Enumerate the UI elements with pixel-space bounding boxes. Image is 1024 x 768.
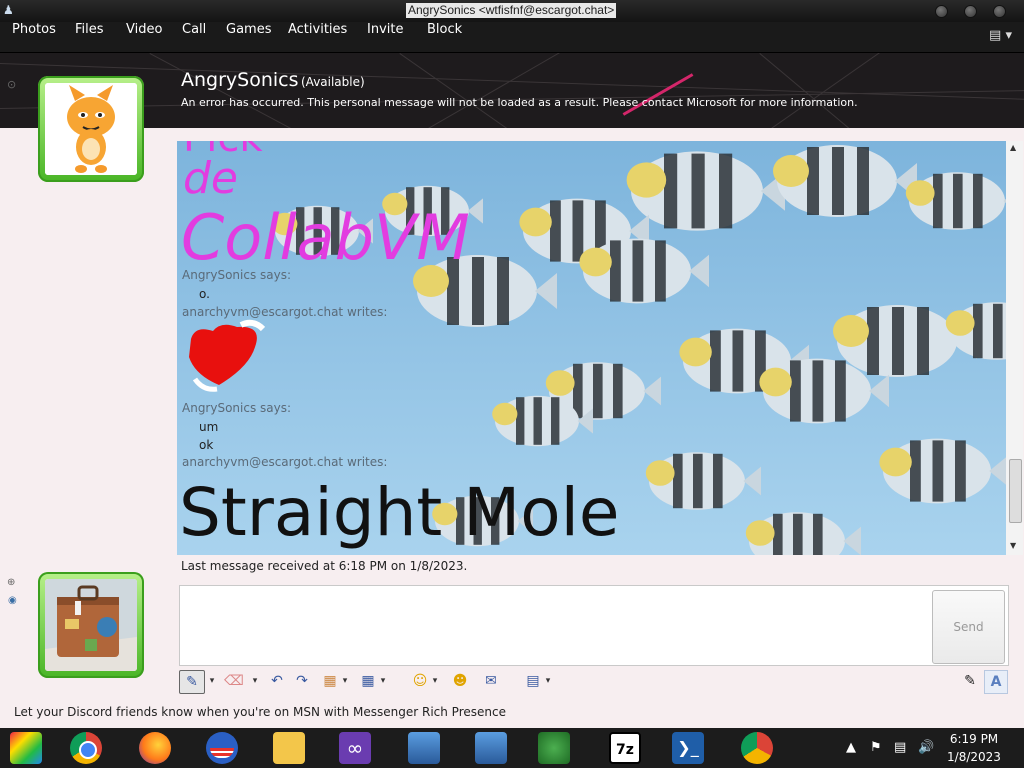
message-text: ok [199,438,214,452]
clock-time[interactable]: 6:19 PM [944,732,1004,746]
chrome-canary-icon[interactable] [741,732,773,764]
chrome-icon[interactable] [70,732,102,764]
webcam-icon[interactable]: ◉ [8,595,17,606]
conversation-history[interactable]: Pick de CollabVM AngrySonics says: o. an… [177,141,1006,555]
start-button-icon[interactable] [10,732,42,764]
close-button[interactable] [993,5,1006,18]
scroll-up-icon[interactable]: ▲ [1010,143,1016,152]
collapse-icon[interactable]: ⊙ [7,78,16,91]
suitcase-avatar-image [45,579,137,671]
handwriting-mode-icon[interactable]: ✎ [960,670,980,692]
message-input[interactable] [179,585,1009,666]
contact-avatar[interactable] [38,76,144,182]
last-message-status: Last message received at 6:18 PM on 1/8/… [181,559,468,573]
background-icon[interactable]: ▤ [522,670,544,692]
conversation-scrollbar[interactable]: ▲ ▼ [1006,141,1023,555]
text-mode-icon[interactable]: A [984,670,1008,694]
send-button[interactable]: Send [932,590,1005,664]
ink-drawing-collabvm: Pick de CollabVM [181,141,470,266]
show-hidden-icons[interactable]: ▲ [846,740,856,755]
network-app-icon-2[interactable] [475,732,507,764]
message-text: um [199,420,219,434]
svg-text:de: de [183,153,238,204]
color-palette-icon[interactable]: ▦ [319,670,341,692]
expand-icon[interactable]: ⊕ [7,577,15,588]
cat-avatar-image [45,83,137,175]
wink-icon[interactable]: ☻ [448,670,472,692]
minimize-button[interactable] [935,5,948,18]
contact-status: (Available) [301,75,365,89]
undo-icon[interactable]: ↶ [266,670,288,692]
obama-icon[interactable] [206,732,238,764]
scroll-down-icon[interactable]: ▼ [1010,541,1016,550]
handwriting-pen-icon[interactable]: ✎ [179,670,205,694]
file-explorer-icon[interactable] [273,732,305,764]
messenger-taskbar-icon[interactable] [538,732,570,764]
menu-files[interactable]: Files [75,22,104,52]
grid-icon[interactable]: ▦ [357,670,379,692]
emoticon-dropdown-icon[interactable]: ▾ [430,670,440,692]
menu-video[interactable]: Video [126,22,162,52]
eraser-dropdown-icon[interactable]: ▾ [250,670,260,692]
messenger-icon: ♟ [3,3,14,17]
firefox-icon[interactable] [139,732,171,764]
clock-date[interactable]: 1/8/2023 [944,750,1004,764]
network-app-icon[interactable] [408,732,440,764]
decorative-streak [622,73,694,116]
background-dropdown-icon[interactable]: ▾ [543,670,553,692]
menu-bar: Photos Files Video Call Games Activities… [0,22,1024,53]
eraser-icon[interactable]: ⌫ [223,670,245,692]
message-sender: anarchyvm@escargot.chat writes: [182,305,388,319]
menu-call[interactable]: Call [182,22,206,52]
powershell-icon[interactable]: ❯_ [672,732,704,764]
message-sender: AngrySonics says: [182,268,292,282]
grid-dropdown-icon[interactable]: ▾ [378,670,388,692]
message-text: o. [199,287,210,301]
promo-banner[interactable]: Let your Discord friends know when you'r… [14,705,506,719]
title-bar[interactable]: ♟ AngrySonics <wtfisfnf@escargot.chat> [0,0,1024,22]
nudge-icon[interactable]: ✉ [480,670,502,692]
ink-drawing-straight-mole: Straight Mole [179,474,620,551]
volume-icon[interactable]: 🔊 [918,740,934,755]
contact-name[interactable]: AngrySonics [181,69,299,91]
options-menu-icon[interactable]: ▤ ▾ [989,28,1012,43]
message-sender: anarchyvm@escargot.chat writes: [182,455,388,469]
menu-activities[interactable]: Activities [288,22,347,52]
message-sender: AngrySonics says: [182,401,292,415]
visual-studio-icon[interactable]: ∞ [339,732,371,764]
scrollbar-thumb[interactable] [1009,459,1022,523]
network-icon[interactable]: ▤ [894,740,906,755]
redo-icon[interactable]: ↷ [291,670,313,692]
taskbar: ∞ 7z ❯_ ▲ ⚑ ▤ 🔊 6:19 PM 1/8/2023 [0,728,1024,768]
emoticon-icon[interactable]: ☺ [409,670,431,692]
ink-drawing-heart [189,319,266,392]
color-dropdown-icon[interactable]: ▾ [340,670,350,692]
personal-message: An error has occurred. This personal mes… [181,96,858,109]
contact-header: ⊙ AngrySonics (Available) An error has o… [0,53,1024,128]
flag-icon[interactable]: ⚑ [870,740,882,755]
my-avatar[interactable] [38,572,144,678]
pen-dropdown-icon[interactable]: ▾ [207,670,217,692]
maximize-button[interactable] [964,5,977,18]
svg-text:Straight Mole: Straight Mole [179,474,620,551]
formatting-toolbar: ✎ ▾ ⌫ ▾ ↶ ↷ ▦ ▾ ▦ ▾ ☺ ▾ ☻ ✉ ▤ ▾ ✎ A [177,667,1008,695]
menu-games[interactable]: Games [226,22,271,52]
menu-block[interactable]: Block [427,22,462,52]
7zip-icon[interactable]: 7z [609,732,641,764]
window-title: AngrySonics <wtfisfnf@escargot.chat> [406,3,617,18]
menu-invite[interactable]: Invite [367,22,403,52]
menu-photos[interactable]: Photos [12,22,56,52]
svg-text:CollabVM: CollabVM [181,201,470,266]
